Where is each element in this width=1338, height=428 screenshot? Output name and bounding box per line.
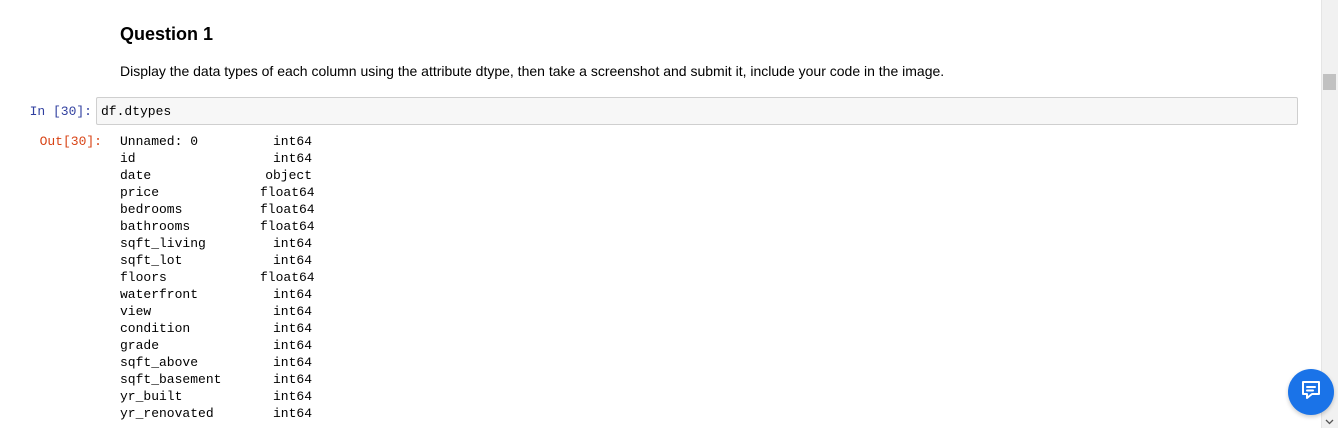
dtype-row: waterfront int64	[120, 286, 360, 303]
dtype-value: float64	[260, 202, 315, 217]
dtype-column-name: sqft_above	[120, 355, 199, 370]
scrollbar-thumb[interactable]	[1323, 74, 1336, 90]
dtype-value: int64	[272, 372, 312, 387]
code-input-text[interactable]: df.dtypes	[101, 103, 171, 120]
dtype-column-name: Unnamed: 0	[120, 134, 199, 149]
dtype-value: int64	[272, 389, 312, 404]
dtype-column-name: bedrooms	[120, 202, 183, 217]
dtype-column-name: id	[120, 151, 136, 166]
dtype-column-name: sqft_lot	[120, 253, 183, 268]
markdown-cell[interactable]: Question 1 Display the data types of eac…	[120, 22, 1280, 80]
dtype-column-name: condition	[120, 321, 191, 336]
dtype-row: view int64	[120, 303, 360, 320]
dtype-column-name: sqft_living	[120, 236, 206, 251]
dtype-row: yr_renovated int64	[120, 405, 360, 422]
code-input-area[interactable]: df.dtypes	[96, 97, 1298, 125]
dtype-value: int64	[272, 253, 312, 268]
question-heading: Question 1	[120, 24, 214, 44]
dtype-value: int64	[272, 151, 312, 166]
dtype-value: object	[265, 168, 312, 183]
dtype-column-name: view	[120, 304, 152, 319]
dtype-column-name: sqft_basement	[120, 372, 222, 387]
dtype-value: int64	[272, 236, 312, 251]
chat-button[interactable]	[1288, 369, 1334, 415]
dtype-value: float64	[260, 219, 315, 234]
dtype-row: bedrooms float64	[120, 201, 360, 218]
dtype-column-name: price	[120, 185, 160, 200]
dtype-value: int64	[272, 321, 312, 336]
dtype-column-name: grade	[120, 338, 160, 353]
output-prompt: Out[30]:	[39, 134, 102, 149]
vertical-scrollbar[interactable]	[1321, 0, 1338, 428]
dtype-column-name: yr_built	[120, 389, 183, 404]
dtype-value: int64	[272, 338, 312, 353]
dtype-row: Unnamed: 0 int64	[120, 133, 360, 150]
output-area: Unnamed: 0 int64 id int64 date object price flo…	[120, 133, 360, 422]
dtype-value: int64	[272, 406, 312, 421]
chat-icon	[1299, 378, 1323, 407]
dtype-value: int64	[272, 134, 312, 149]
question-text: Display the data types of each column us…	[120, 63, 945, 79]
dtype-row: condition int64	[120, 320, 360, 337]
dtype-row: sqft_above int64	[120, 354, 360, 371]
output-rows: Unnamed: 0 int64 id int64 date object price flo…	[120, 133, 360, 422]
dtype-column-name: date	[120, 168, 152, 183]
dtype-value: int64	[272, 355, 312, 370]
dtype-column-name: waterfront	[120, 287, 199, 302]
dtype-column-name: floors	[120, 270, 167, 285]
dtype-value: float64	[260, 185, 315, 200]
dtype-row: sqft_basement int64	[120, 371, 360, 388]
dtype-value: float64	[260, 270, 315, 285]
dtype-row: yr_built int64	[120, 388, 360, 405]
dtype-row: sqft_living int64	[120, 235, 360, 252]
dtype-row: date object	[120, 167, 360, 184]
dtype-value: int64	[272, 287, 312, 302]
dtype-row: bathrooms float64	[120, 218, 360, 235]
dtype-row: floors float64	[120, 269, 360, 286]
dtype-column-name: yr_renovated	[120, 406, 214, 421]
dtype-row: sqft_lot int64	[120, 252, 360, 269]
dtype-row: grade int64	[120, 337, 360, 354]
chevron-down-icon[interactable]	[1325, 417, 1334, 426]
dtype-row: price float64	[120, 184, 360, 201]
dtype-row: id int64	[120, 150, 360, 167]
dtype-value: int64	[272, 304, 312, 319]
input-prompt: In [30]:	[29, 104, 92, 119]
dtype-column-name: bathrooms	[120, 219, 191, 234]
